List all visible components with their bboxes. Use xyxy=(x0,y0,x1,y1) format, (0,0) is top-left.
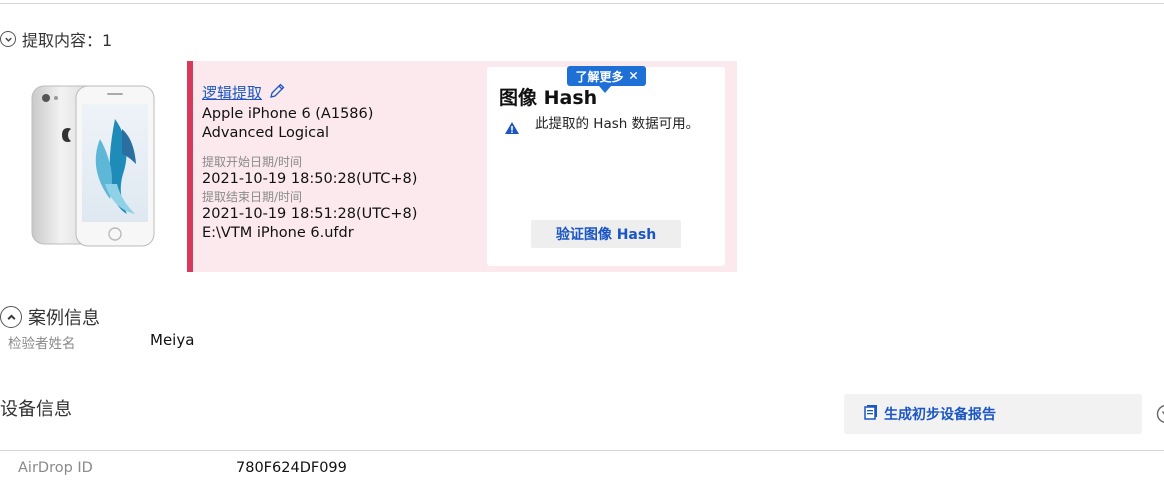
hash-title: 图像 Hash xyxy=(499,87,598,109)
extraction-card: 逻辑提取 Apple iPhone 6 (A1586) Advanced Log… xyxy=(187,61,737,272)
device-info-divider xyxy=(0,450,1164,451)
logical-extraction-link[interactable]: 逻辑提取 xyxy=(202,82,286,105)
chevron-up-circle-icon[interactable] xyxy=(0,306,22,328)
verify-hash-button[interactable]: 验证图像 Hash xyxy=(531,220,681,248)
device-phone-image xyxy=(30,84,156,250)
close-icon[interactable] xyxy=(629,69,638,83)
extraction-info: 逻辑提取 Apple iPhone 6 (A1586) Advanced Log… xyxy=(202,82,417,243)
learn-more-badge[interactable]: 了解更多 xyxy=(567,66,646,86)
pencil-icon[interactable] xyxy=(268,82,286,105)
airdrop-id-value: 780F624DF099 xyxy=(236,460,347,476)
chevron-down-circle-icon[interactable] xyxy=(0,31,16,47)
case-info-section-header[interactable]: 案例信息 xyxy=(0,304,100,330)
start-time-value: 2021-10-19 18:50:28(UTC+8) xyxy=(202,171,418,187)
examiner-name-value: Meiya xyxy=(150,331,195,349)
case-info-title: 案例信息 xyxy=(28,308,100,329)
chevron-circle-icon[interactable] xyxy=(1156,404,1164,428)
hash-available-message: 此提取的 Hash 数据可用。 xyxy=(535,116,700,132)
airdrop-id-label: AirDrop ID xyxy=(18,460,93,476)
warning-triangle-icon xyxy=(504,120,520,139)
end-time-label: 提取结束日期/时间 xyxy=(202,190,303,204)
generate-report-label[interactable]: 生成初步设备报告 xyxy=(884,404,996,424)
generate-report-button[interactable]: 生成初步设备报告 xyxy=(844,394,1142,434)
extraction-header-label: 提取内容：1 xyxy=(22,31,113,50)
badge-pointer xyxy=(599,86,611,93)
image-hash-panel: 图像 Hash 此提取的 Hash 数据可用。 验证图像 Hash xyxy=(487,67,725,266)
device-model: Apple iPhone 6 (A1586) xyxy=(202,106,374,122)
extraction-section-header[interactable]: 提取内容：1 xyxy=(0,27,112,51)
top-divider xyxy=(0,3,1164,4)
end-time-value: 2021-10-19 18:51:28(UTC+8) xyxy=(202,206,418,222)
device-info-title: 设备信息 xyxy=(0,399,72,420)
report-document-icon xyxy=(864,404,878,424)
extraction-type: Advanced Logical xyxy=(202,125,330,141)
start-time-label: 提取开始日期/时间 xyxy=(202,155,303,169)
examiner-name-label: 检验者姓名 xyxy=(8,336,76,352)
extraction-link-label[interactable]: 逻辑提取 xyxy=(202,84,262,103)
card-accent-bar xyxy=(187,61,193,272)
learn-more-label[interactable]: 了解更多 xyxy=(575,68,623,85)
file-path: E:\VTM iPhone 6.ufdr xyxy=(202,225,354,241)
